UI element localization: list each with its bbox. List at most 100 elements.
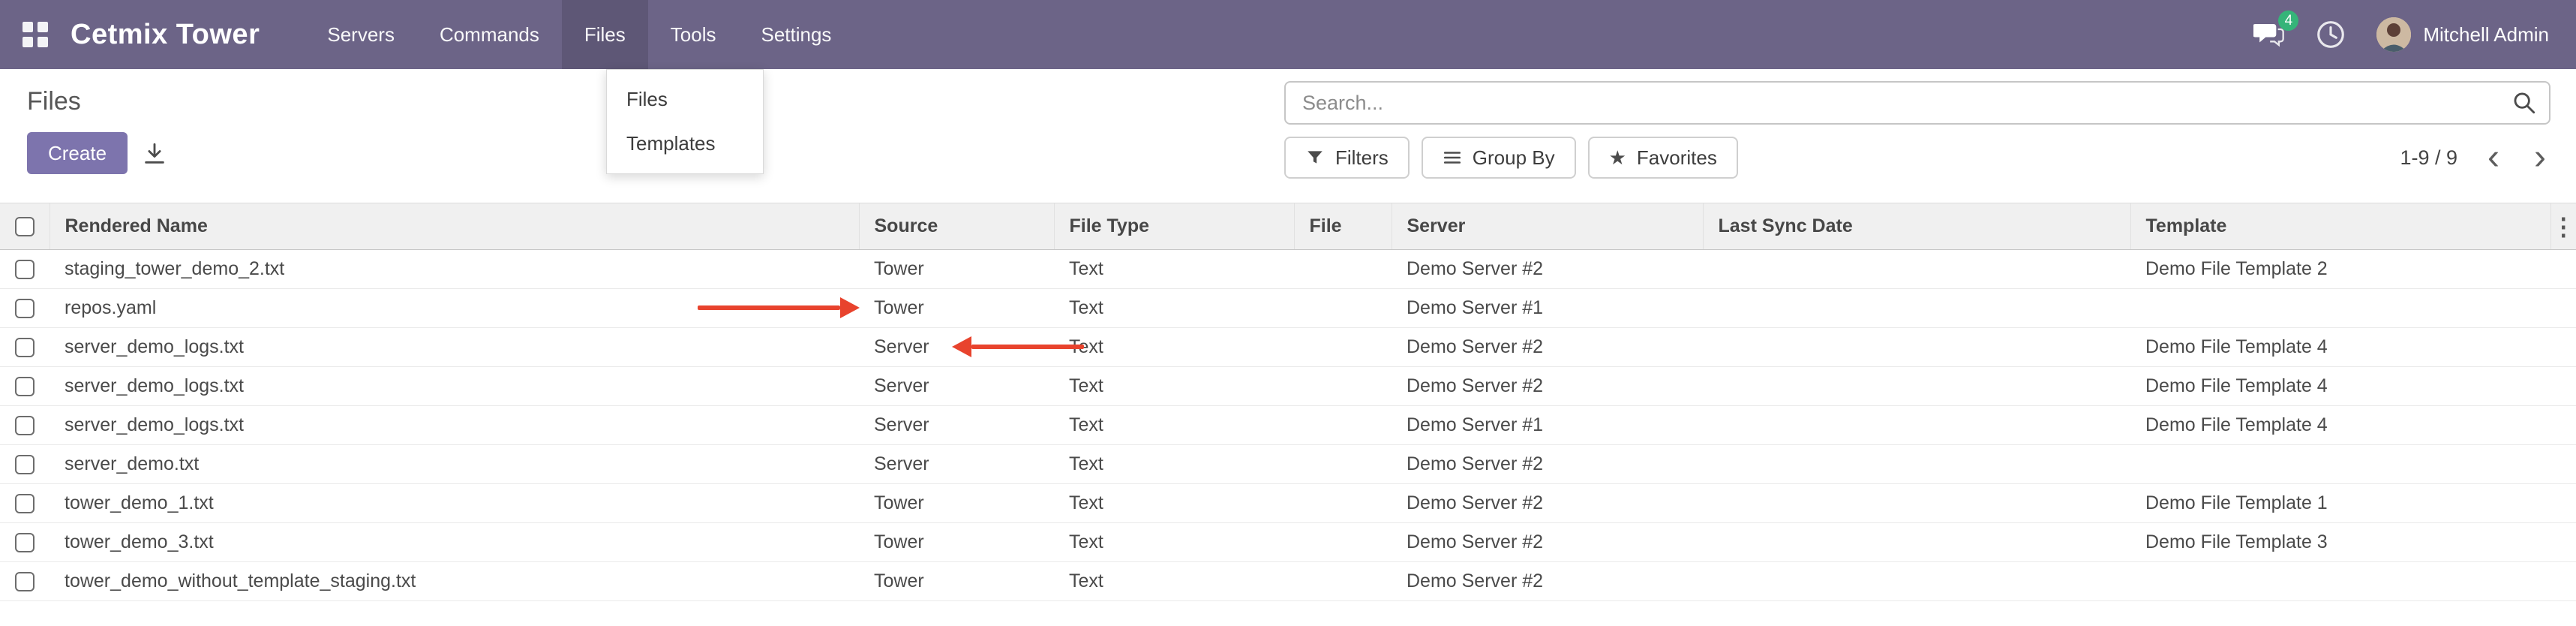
navbar-right: 4 Mitchell Admin bbox=[2253, 17, 2549, 52]
user-menu[interactable]: Mitchell Admin bbox=[2376, 17, 2549, 52]
pager-previous-button[interactable]: ‹ bbox=[2483, 140, 2504, 176]
row-checkbox[interactable] bbox=[15, 572, 35, 591]
filters-label: Filters bbox=[1335, 146, 1389, 170]
export-button[interactable] bbox=[134, 137, 176, 171]
cell-server: Demo Server #2 bbox=[1392, 328, 1703, 367]
row-checkbox[interactable] bbox=[15, 494, 35, 513]
row-spacer-cell bbox=[2550, 289, 2576, 328]
cell-template: Demo File Template 4 bbox=[2130, 367, 2550, 406]
cell-last-sync-date bbox=[1703, 250, 2130, 289]
group-by-label: Group By bbox=[1473, 146, 1555, 170]
cell-rendered-name: server_demo_logs.txt bbox=[50, 367, 859, 406]
search-options: Filters Group By ★ Favorites bbox=[1284, 137, 1738, 179]
cell-rendered-name: tower_demo_3.txt bbox=[50, 523, 859, 562]
cell-last-sync-date bbox=[1703, 445, 2130, 484]
top-navbar: Cetmix Tower ServersCommandsFilesToolsSe… bbox=[0, 0, 2576, 69]
cell-server: Demo Server #2 bbox=[1392, 484, 1703, 523]
row-checkbox[interactable] bbox=[15, 338, 35, 357]
cell-server: Demo Server #2 bbox=[1392, 523, 1703, 562]
cell-file-type: Text bbox=[1054, 562, 1294, 601]
table-row[interactable]: server_demo_logs.txtServerTextDemo Serve… bbox=[0, 328, 2576, 367]
cell-last-sync-date bbox=[1703, 289, 2130, 328]
table-row[interactable]: tower_demo_1.txtTowerTextDemo Server #2D… bbox=[0, 484, 2576, 523]
row-checkbox[interactable] bbox=[15, 299, 35, 318]
table-row[interactable]: server_demo_logs.txtServerTextDemo Serve… bbox=[0, 367, 2576, 406]
column-header-file[interactable]: File bbox=[1294, 203, 1392, 250]
download-icon bbox=[142, 141, 167, 167]
dropdown-item-templates[interactable]: Templates bbox=[607, 122, 763, 166]
cell-last-sync-date bbox=[1703, 406, 2130, 445]
cell-file bbox=[1294, 406, 1392, 445]
pager-next-button[interactable]: › bbox=[2529, 140, 2550, 176]
cell-template bbox=[2130, 562, 2550, 601]
cell-last-sync-date bbox=[1703, 562, 2130, 601]
dropdown-item-files[interactable]: Files bbox=[607, 77, 763, 122]
row-spacer-cell bbox=[2550, 250, 2576, 289]
filters-button[interactable]: Filters bbox=[1284, 137, 1410, 179]
bars-icon bbox=[1443, 148, 1462, 167]
column-header-last-sync-date[interactable]: Last Sync Date bbox=[1703, 203, 2130, 250]
cell-template: Demo File Template 1 bbox=[2130, 484, 2550, 523]
cell-rendered-name: server_demo.txt bbox=[50, 445, 859, 484]
table-row[interactable]: tower_demo_3.txtTowerTextDemo Server #2D… bbox=[0, 523, 2576, 562]
page-title: Files bbox=[27, 87, 81, 116]
nav-menu-tools[interactable]: Tools bbox=[648, 0, 739, 69]
search-icon[interactable] bbox=[2511, 90, 2537, 116]
pager: 1-9 / 9 ‹ › bbox=[2400, 137, 2550, 179]
favorites-button[interactable]: ★ Favorites bbox=[1588, 137, 1738, 179]
column-header-source[interactable]: Source bbox=[859, 203, 1054, 250]
cell-file bbox=[1294, 367, 1392, 406]
nav-menu-files[interactable]: Files bbox=[562, 0, 648, 69]
column-header-rendered-name[interactable]: Rendered Name bbox=[50, 203, 859, 250]
cell-last-sync-date bbox=[1703, 328, 2130, 367]
table-row[interactable]: server_demo.txtServerText Demo Server #2 bbox=[0, 445, 2576, 484]
optional-columns-toggle[interactable]: ⋮ bbox=[2550, 203, 2576, 250]
user-name: Mitchell Admin bbox=[2423, 23, 2549, 47]
activities-button[interactable] bbox=[2315, 19, 2346, 50]
funnel-icon bbox=[1305, 148, 1325, 167]
app-brand[interactable]: Cetmix Tower bbox=[71, 19, 260, 51]
row-checkbox[interactable] bbox=[15, 533, 35, 552]
column-header-server[interactable]: Server bbox=[1392, 203, 1703, 250]
table-row[interactable]: staging_tower_demo_2.txtTowerTextDemo Se… bbox=[0, 250, 2576, 289]
table-row[interactable]: repos.yamlTowerTextDemo Server #1 bbox=[0, 289, 2576, 328]
create-button[interactable]: Create bbox=[27, 132, 128, 174]
row-checkbox[interactable] bbox=[15, 260, 35, 279]
select-all-checkbox[interactable] bbox=[15, 217, 35, 236]
cell-file bbox=[1294, 523, 1392, 562]
cell-source: Tower bbox=[859, 289, 1054, 328]
cell-template: Demo File Template 4 bbox=[2130, 328, 2550, 367]
row-spacer-cell bbox=[2550, 562, 2576, 601]
nav-menu-commands[interactable]: Commands bbox=[417, 0, 562, 69]
row-checkbox[interactable] bbox=[15, 377, 35, 396]
cell-source: Server bbox=[859, 367, 1054, 406]
search-input[interactable] bbox=[1301, 91, 2511, 116]
messages-button[interactable]: 4 bbox=[2253, 21, 2285, 48]
group-by-button[interactable]: Group By bbox=[1422, 137, 1576, 179]
table-row[interactable]: tower_demo_without_template_staging.txt T… bbox=[0, 562, 2576, 601]
row-spacer-cell bbox=[2550, 445, 2576, 484]
cell-server: Demo Server #2 bbox=[1392, 562, 1703, 601]
apps-grid-icon[interactable] bbox=[23, 22, 48, 47]
cell-file bbox=[1294, 562, 1392, 601]
cell-file bbox=[1294, 445, 1392, 484]
cell-file-type: Text bbox=[1054, 289, 1294, 328]
apps-grid-square bbox=[38, 22, 48, 32]
cell-server: Demo Server #2 bbox=[1392, 445, 1703, 484]
cell-template: Demo File Template 3 bbox=[2130, 523, 2550, 562]
row-spacer-cell bbox=[2550, 406, 2576, 445]
nav-menu-servers[interactable]: Servers bbox=[305, 0, 417, 69]
row-checkbox[interactable] bbox=[15, 416, 35, 435]
apps-grid-square bbox=[23, 22, 33, 32]
row-checkbox[interactable] bbox=[15, 455, 35, 474]
column-header-file-type[interactable]: File Type bbox=[1054, 203, 1294, 250]
cell-source: Server bbox=[859, 445, 1054, 484]
nav-menu-settings[interactable]: Settings bbox=[738, 0, 854, 69]
cell-file-type: Text bbox=[1054, 445, 1294, 484]
column-header-template[interactable]: Template bbox=[2130, 203, 2550, 250]
row-spacer-cell bbox=[2550, 484, 2576, 523]
cell-source: Tower bbox=[859, 484, 1054, 523]
cell-file-type: Text bbox=[1054, 406, 1294, 445]
cell-rendered-name: tower_demo_without_template_staging.txt bbox=[50, 562, 859, 601]
table-row[interactable]: server_demo_logs.txtServerTextDemo Serve… bbox=[0, 406, 2576, 445]
